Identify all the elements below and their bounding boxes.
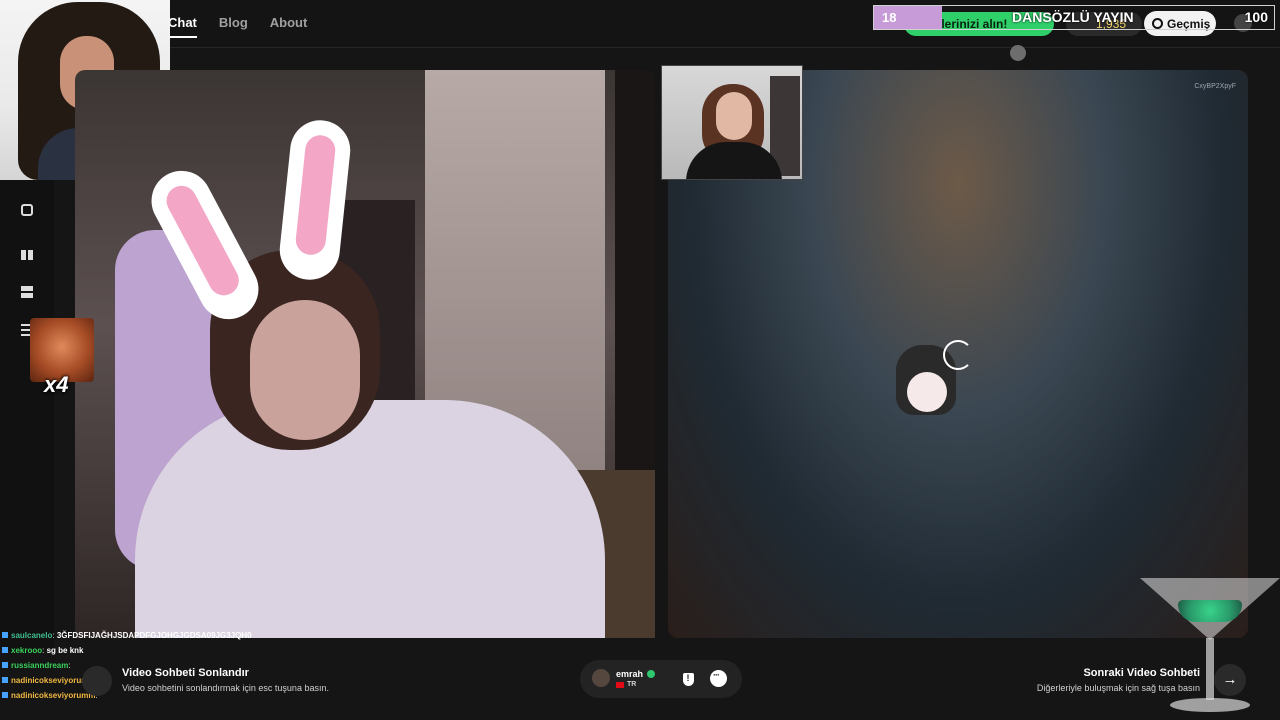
goal-title: DANSÖZLÜ YAYIN [1012,9,1134,25]
partner-country: TR [627,681,637,688]
room-id: CxyBP2XpyF [1194,83,1236,90]
partner-avatar[interactable] [592,669,610,687]
layout-columns-button[interactable] [17,245,37,265]
chat-badge-icon [2,632,8,638]
nav-about-link[interactable]: About [270,15,308,38]
loading-spinner-icon [943,340,973,370]
stream-goal-overlay: 18 DANSÖZLÜ YAYIN 100 [873,5,1275,30]
picture-in-picture-cam [661,65,803,180]
end-chat-title: Video Sohbeti Sonlandır [122,667,249,679]
emote-multiplier: x4 [44,372,69,397]
bottom-control-bar: Video Sohbeti Sonlandır Video sohbetini … [54,640,1280,720]
flag-icon [616,682,624,688]
chat-badge-icon [2,677,8,683]
main-nav: Chat Blog About [168,15,307,38]
chat-username[interactable]: saulcanelo [11,631,52,640]
chat-text: 3ĞFDSFIJAĞHJSDAPDFGJOHGJGDSA09JG3JQH0 [56,631,252,640]
chat-badge-icon [2,647,8,653]
nav-blog-link[interactable]: Blog [219,15,248,38]
report-button[interactable] [678,669,698,689]
rows-icon [21,286,33,298]
columns-icon [21,250,33,260]
partner-name: emrah [616,669,644,679]
chat-badge-icon [2,692,8,698]
shield-icon [682,672,694,686]
end-chat-hint: Video sohbetini sonlandırmak için esc tu… [122,683,329,693]
chat-badge-icon [2,662,8,668]
left-toolbar [0,180,54,650]
local-video [75,70,655,638]
goal-level: 18 [874,6,942,29]
nav-chat-link[interactable]: Chat [168,15,197,38]
verified-icon [647,670,655,678]
expand-icon [21,204,33,216]
goal-count: 100 [1244,9,1268,25]
expand-button[interactable] [17,200,37,220]
end-chat-button[interactable] [82,666,112,696]
message-button[interactable] [710,670,727,687]
layout-rows-button[interactable] [17,282,37,302]
martini-glass-overlay [1140,578,1280,720]
viewer-avatar [1010,45,1026,61]
chat-username[interactable]: xekrooo [11,646,42,655]
partner-info-pill: emrah TR [580,660,742,698]
video-chat-page: Chat Blog About llerinizi alın! 1,935 Ge… [0,0,1280,720]
